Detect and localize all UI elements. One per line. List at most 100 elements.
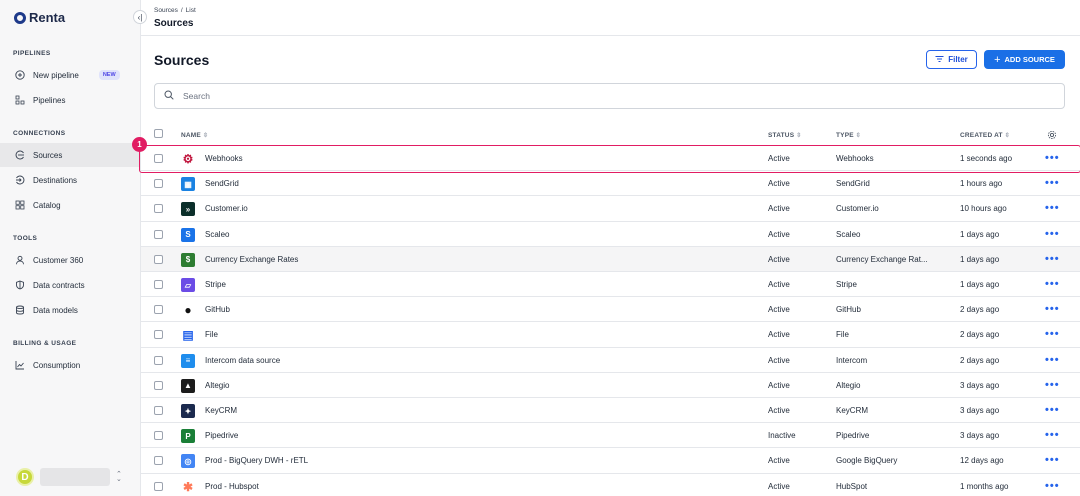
header-title: Sources (154, 18, 194, 29)
collapse-sidebar-button[interactable]: ‹| (133, 10, 147, 24)
source-name[interactable]: Intercom data source (205, 348, 280, 373)
table-row[interactable]: ▲ Altegio Active Altegio 3 days ago ••• (141, 373, 1080, 398)
user-menu[interactable]: D ⌃ ⌄ (16, 468, 122, 486)
sidebar: Renta PIPELINES New pipeline NEW Pipelin… (0, 0, 141, 496)
more-options-icon[interactable]: ••• (1045, 354, 1060, 365)
source-created: 1 days ago (960, 280, 1000, 289)
sort-icon: ⇳ (202, 133, 209, 139)
chevrons-left-icon: ‹| (137, 12, 143, 22)
column-header-type[interactable]: TYPE ⇳ (836, 132, 861, 139)
more-options-icon[interactable]: ••• (1045, 228, 1060, 239)
table-row[interactable]: ≡ Intercom data source Active Intercom 2 day… (141, 348, 1080, 373)
table-row[interactable]: ▦ SendGrid Active SendGrid 1 hours ago ••• (141, 171, 1080, 197)
source-name[interactable]: Pipedrive (205, 423, 238, 448)
sidebar-item-pipelines[interactable]: Pipelines (0, 88, 140, 112)
webhook-icon: ⚙ (182, 152, 194, 166)
more-options-icon[interactable]: ••• (1045, 153, 1060, 164)
source-name[interactable]: Currency Exchange Rates (205, 247, 298, 272)
sidebar-item-consumption[interactable]: Consumption (0, 353, 140, 377)
table-row[interactable]: ✱ Prod - Hubspot Active HubSpot 1 months ago… (141, 474, 1080, 496)
sidebar-item-new-pipeline[interactable]: New pipeline NEW (0, 63, 140, 87)
sidebar-item-sources[interactable]: Sources (0, 143, 140, 167)
row-checkbox[interactable] (154, 380, 163, 390)
source-name[interactable]: Webhooks (205, 146, 243, 171)
more-options-icon[interactable]: ••• (1045, 279, 1060, 290)
source-icon (15, 150, 25, 160)
select-all-checkbox[interactable] (154, 129, 163, 138)
sidebar-item-data-contracts[interactable]: Data contracts (0, 273, 140, 297)
source-type: File (836, 330, 849, 340)
column-header-created[interactable]: CREATED AT ⇳ (960, 132, 1010, 139)
source-created: 10 hours ago (960, 204, 1007, 214)
table-row[interactable]: P Pipedrive Inactive Pipedrive 3 days ago ••• (141, 423, 1080, 449)
sidebar-item-catalog[interactable]: Catalog (0, 193, 140, 217)
source-name[interactable]: File (205, 322, 218, 347)
more-options-icon[interactable]: ••• (1045, 253, 1060, 264)
filter-button[interactable]: Filter (926, 50, 977, 69)
sidebar-item-data-models[interactable]: Data models (0, 298, 140, 322)
section-title-connections: CONNECTIONS (13, 130, 66, 137)
source-name[interactable]: Customer.io (205, 196, 248, 221)
column-created-label: CREATED AT (960, 132, 1003, 139)
table-row[interactable]: S Scaleo Active Scaleo 1 days ago ••• (141, 222, 1080, 247)
breadcrumb-item-sources[interactable]: Sources (154, 7, 178, 14)
row-checkbox[interactable] (154, 481, 163, 491)
more-options-icon[interactable]: ••• (1045, 405, 1060, 416)
row-checkbox[interactable] (154, 280, 163, 289)
source-created: 1 seconds ago (960, 154, 1013, 163)
source-name[interactable]: Stripe (205, 272, 226, 297)
table-row[interactable]: » Customer.io Active Customer.io 10 hours ag… (141, 196, 1080, 222)
plus-icon: + (994, 53, 1001, 66)
row-checkbox[interactable] (154, 330, 163, 340)
table-row[interactable]: $ Currency Exchange Rates Active Currency E… (141, 246, 1080, 272)
column-header-status[interactable]: STATUS ⇳ (768, 132, 801, 139)
row-checkbox[interactable] (154, 254, 163, 264)
table-row[interactable]: ▱ Stripe Active Stripe 1 days ago ••• (141, 272, 1080, 298)
currency-icon: $ (181, 252, 195, 267)
more-options-icon[interactable]: ••• (1045, 430, 1060, 441)
row-checkbox[interactable] (154, 204, 163, 214)
more-options-icon[interactable]: ••• (1045, 480, 1060, 491)
source-name[interactable]: GitHub (205, 297, 230, 322)
source-type: Intercom (836, 355, 868, 365)
table-row[interactable]: ✦ KeyCRM Active KeyCRM 3 days ago ••• (141, 398, 1080, 424)
chevron-updown-icon: ⌃ ⌄ (116, 471, 122, 483)
row-checkbox[interactable] (154, 406, 163, 415)
more-options-icon[interactable]: ••• (1045, 203, 1060, 214)
section-title-pipelines: PIPELINES (13, 50, 51, 57)
add-source-button[interactable]: + ADD SOURCE (984, 50, 1065, 69)
row-checkbox[interactable] (154, 305, 163, 315)
search-input[interactable] (183, 91, 783, 101)
more-options-icon[interactable]: ••• (1045, 379, 1060, 390)
source-status: Active (768, 254, 790, 264)
row-checkbox[interactable] (154, 431, 163, 441)
add-source-label: ADD SOURCE (1004, 55, 1055, 64)
row-checkbox[interactable] (154, 179, 163, 189)
table-row[interactable]: ⚙ Webhooks Active Webhooks 1 seconds ago ••• (141, 146, 1080, 172)
source-name[interactable]: KeyCRM (205, 398, 237, 423)
more-options-icon[interactable]: ••• (1045, 455, 1060, 466)
source-name[interactable]: SendGrid (205, 171, 239, 196)
source-name[interactable]: Prod - Hubspot (205, 474, 259, 496)
table-row[interactable]: ● GitHub Active GitHub 2 days ago ••• (141, 297, 1080, 323)
row-checkbox[interactable] (154, 355, 163, 365)
search-bar[interactable] (154, 83, 1065, 109)
table-row[interactable]: ◎ Prod - BigQuery DWH - rETL Active Google … (141, 448, 1080, 474)
sidebar-item-customer-360[interactable]: Customer 360 (0, 248, 140, 272)
renta-logo[interactable]: Renta (14, 10, 65, 25)
table-row[interactable]: ▤ File Active File 2 days ago ••• (141, 322, 1080, 348)
column-header-name[interactable]: NAME ⇳ (181, 132, 208, 139)
row-checkbox[interactable] (154, 229, 163, 239)
more-options-icon[interactable]: ••• (1045, 329, 1060, 340)
breadcrumb-separator: / (180, 7, 183, 14)
app-name: Renta (29, 10, 66, 25)
sidebar-item-destinations[interactable]: Destinations (0, 168, 140, 192)
source-name[interactable]: Prod - BigQuery DWH - rETL (205, 448, 308, 473)
more-options-icon[interactable]: ••• (1045, 304, 1060, 315)
gear-icon[interactable] (1047, 130, 1057, 142)
source-name[interactable]: Scaleo (205, 222, 229, 247)
row-checkbox[interactable] (154, 154, 163, 163)
more-options-icon[interactable]: ••• (1045, 178, 1060, 189)
source-name[interactable]: Altegio (205, 373, 229, 398)
row-checkbox[interactable] (154, 456, 163, 466)
